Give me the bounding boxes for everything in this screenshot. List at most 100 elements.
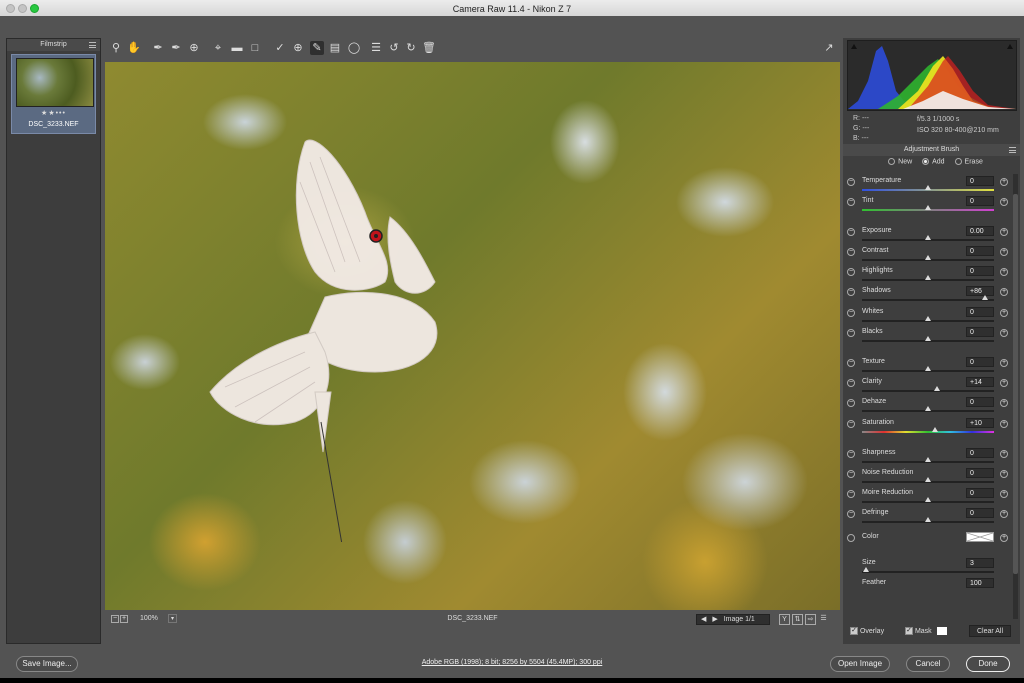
whites-plus-icon[interactable]: + — [1000, 309, 1008, 317]
copy-settings-icon[interactable]: ⇨ — [805, 614, 816, 625]
defringe-value[interactable]: 0 — [966, 508, 994, 518]
swap-before-after-icon[interactable]: ⇅ — [792, 614, 803, 625]
highlights-slider-knob[interactable] — [925, 275, 931, 280]
size-slider[interactable] — [862, 567, 994, 573]
noise-reduction-slider-knob[interactable] — [925, 477, 931, 482]
previous-image-icon[interactable]: ◀ — [701, 616, 706, 623]
sharpness-minus-icon[interactable]: − — [847, 450, 855, 458]
tint-slider[interactable] — [862, 205, 994, 211]
before-after-y-icon[interactable]: Y — [779, 614, 790, 625]
feather-value[interactable]: 100 — [966, 578, 994, 588]
whites-slider-knob[interactable] — [925, 316, 931, 321]
clarity-minus-icon[interactable]: − — [847, 379, 855, 387]
rotate-right-icon[interactable]: ↻ — [404, 41, 418, 55]
shadows-value[interactable]: +86 — [966, 286, 994, 296]
clarity-plus-icon[interactable]: + — [1000, 379, 1008, 387]
whites-minus-icon[interactable]: − — [847, 309, 855, 317]
whites-value[interactable]: 0 — [966, 307, 994, 317]
tint-value[interactable]: 0 — [966, 196, 994, 206]
preferences-icon[interactable]: ☰ — [369, 41, 383, 55]
straighten-tool-icon[interactable]: ▬ — [230, 41, 244, 55]
blacks-value[interactable]: 0 — [966, 327, 994, 337]
contrast-minus-icon[interactable]: − — [847, 248, 855, 256]
moire-reduction-value[interactable]: 0 — [966, 488, 994, 498]
dehaze-value[interactable]: 0 — [966, 397, 994, 407]
contrast-slider-knob[interactable] — [925, 255, 931, 260]
dehaze-slider[interactable] — [862, 406, 994, 412]
minimize-window-icon[interactable] — [18, 4, 27, 13]
saturation-slider-knob[interactable] — [931, 427, 938, 432]
color-sampler-tool-icon[interactable]: ✒ — [169, 41, 183, 55]
contrast-value[interactable]: 0 — [966, 246, 994, 256]
radial-filter-tool-icon[interactable]: ◯ — [347, 41, 361, 55]
exposure-value[interactable]: 0.00 — [966, 226, 994, 236]
highlights-slider[interactable] — [862, 275, 994, 281]
graduated-filter-tool-icon[interactable]: ▤ — [328, 41, 342, 55]
defringe-minus-icon[interactable]: − — [847, 510, 855, 518]
temperature-plus-icon[interactable]: + — [1000, 178, 1008, 186]
highlights-plus-icon[interactable]: + — [1000, 268, 1008, 276]
temperature-value[interactable]: 0 — [966, 176, 994, 186]
filmstrip-item[interactable]: ★★••• DSC_3233.NEF — [11, 54, 96, 134]
highlights-value[interactable]: 0 — [966, 266, 994, 276]
crop-tool-icon[interactable]: ⌖ — [211, 41, 225, 55]
cancel-button[interactable]: Cancel — [906, 656, 950, 672]
mask-color-swatch[interactable] — [936, 627, 947, 635]
image-preview[interactable] — [105, 62, 840, 610]
sharpness-slider[interactable] — [862, 457, 994, 463]
target-adjustment-tool-icon[interactable]: ⊕ — [187, 41, 201, 55]
sharpness-plus-icon[interactable]: + — [1000, 450, 1008, 458]
filmstrip-menu-icon[interactable] — [89, 42, 96, 48]
temperature-slider[interactable] — [862, 185, 994, 191]
next-image-icon[interactable]: ▶ — [712, 616, 717, 623]
texture-slider[interactable] — [862, 366, 994, 372]
exposure-slider[interactable] — [862, 235, 994, 241]
clarity-slider-knob[interactable] — [934, 386, 941, 391]
blacks-slider-knob[interactable] — [925, 336, 931, 341]
color-add-icon[interactable]: + — [1000, 534, 1008, 542]
dehaze-slider-knob[interactable] — [925, 406, 931, 411]
temperature-slider-knob[interactable] — [925, 185, 931, 190]
red-eye-tool-icon[interactable]: ⊕ — [291, 41, 305, 55]
dehaze-plus-icon[interactable]: + — [1000, 399, 1008, 407]
fullscreen-icon[interactable]: ↗ — [822, 41, 836, 55]
sharpness-slider-knob[interactable] — [925, 457, 931, 462]
saturation-value[interactable]: +10 — [966, 418, 994, 428]
scrollbar-thumb[interactable] — [1013, 194, 1018, 574]
highlights-minus-icon[interactable]: − — [847, 268, 855, 276]
moire-reduction-minus-icon[interactable]: − — [847, 490, 855, 498]
blacks-slider[interactable] — [862, 336, 994, 342]
star-rating[interactable]: ★★••• — [12, 109, 95, 117]
tint-plus-icon[interactable]: + — [1000, 198, 1008, 206]
open-image-button[interactable]: Open Image — [830, 656, 890, 672]
color-swatch[interactable] — [966, 532, 994, 542]
overlay-checkbox[interactable]: ✓ — [850, 627, 858, 635]
zoom-tool-icon[interactable]: ⚲ — [109, 41, 123, 55]
temperature-minus-icon[interactable]: − — [847, 178, 855, 186]
noise-reduction-slider[interactable] — [862, 477, 994, 483]
adjustment-brush-tool-icon[interactable]: ✎ — [310, 41, 324, 55]
hand-tool-icon[interactable]: ✋ — [127, 41, 141, 55]
texture-minus-icon[interactable]: − — [847, 359, 855, 367]
trash-icon[interactable]: 🗑 — [422, 41, 436, 55]
texture-slider-knob[interactable] — [925, 366, 931, 371]
size-value[interactable]: 3 — [966, 558, 994, 568]
color-reset-icon[interactable] — [847, 534, 855, 542]
shadows-minus-icon[interactable]: − — [847, 288, 855, 296]
texture-value[interactable]: 0 — [966, 357, 994, 367]
brush-pin-icon[interactable] — [371, 229, 383, 241]
mode-new-radio[interactable] — [888, 158, 896, 165]
sharpness-value[interactable]: 0 — [966, 448, 994, 458]
noise-reduction-plus-icon[interactable]: + — [1000, 470, 1008, 478]
exposure-slider-knob[interactable] — [925, 235, 931, 240]
contrast-slider[interactable] — [862, 255, 994, 261]
white-balance-tool-icon[interactable]: ✒ — [151, 41, 165, 55]
rotate-left-icon[interactable]: ↺ — [387, 41, 401, 55]
saturation-slider[interactable] — [862, 427, 994, 433]
defringe-slider[interactable] — [862, 517, 994, 523]
moire-reduction-slider-knob[interactable] — [925, 497, 931, 502]
exposure-minus-icon[interactable]: − — [847, 228, 855, 236]
exposure-plus-icon[interactable]: + — [1000, 228, 1008, 236]
texture-plus-icon[interactable]: + — [1000, 359, 1008, 367]
done-button[interactable]: Done — [966, 656, 1010, 672]
